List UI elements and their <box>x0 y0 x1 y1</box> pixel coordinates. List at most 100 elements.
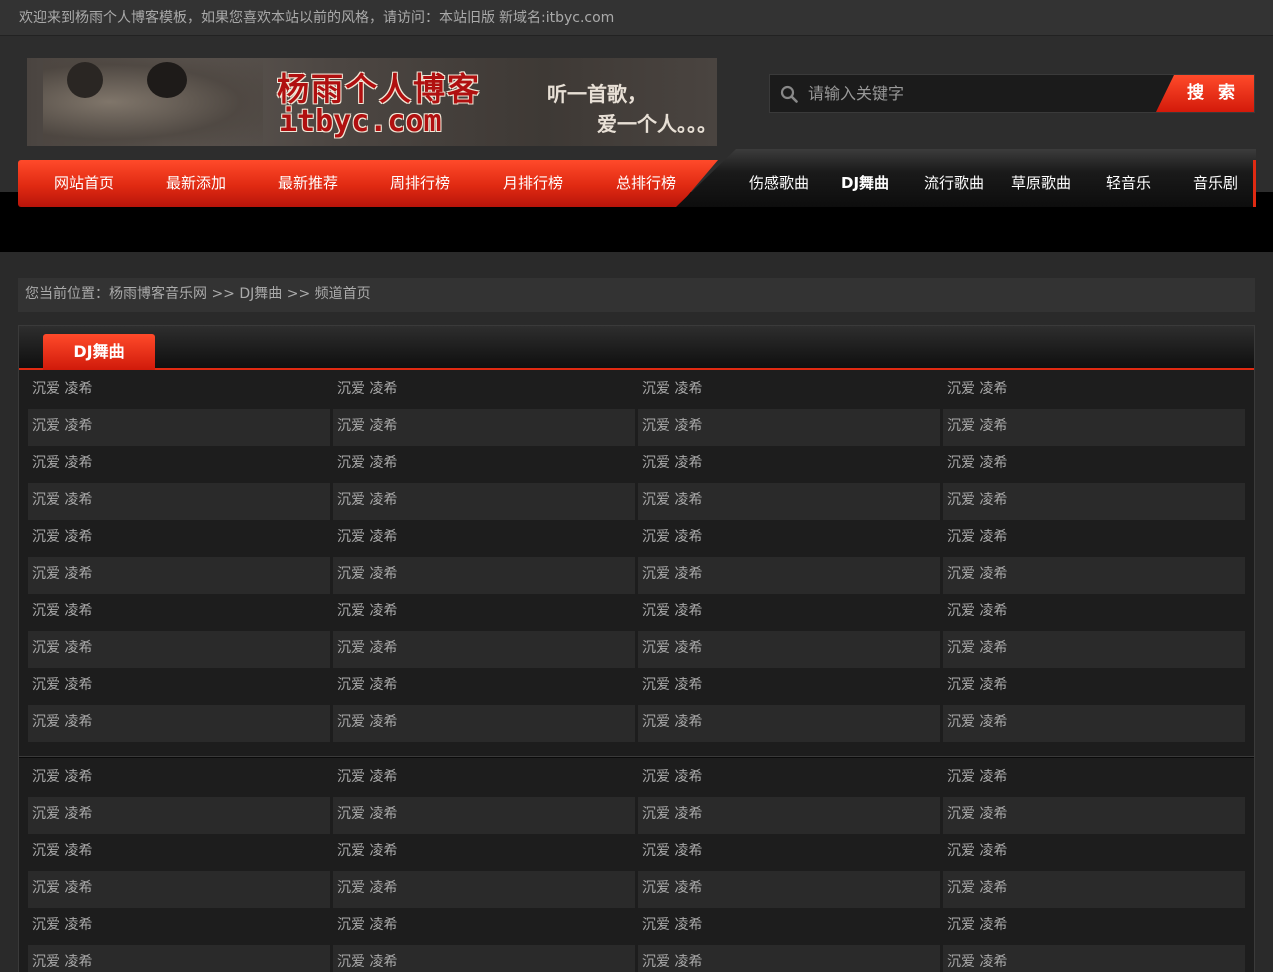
song-link[interactable]: 沉爱 凌希 <box>333 520 635 557</box>
song-link[interactable]: 沉爱 凌希 <box>28 705 330 742</box>
nav-item-category[interactable]: 音乐剧 <box>1193 160 1238 207</box>
song-list-panel: DJ舞曲 沉爱 凌希 沉爱 凌希 沉爱 凌希 沉爱 凌希 沉爱 凌希 沉爱 凌希 沉爱 凌希… <box>18 325 1255 972</box>
song-link[interactable]: 沉爱 凌希 <box>943 668 1245 705</box>
tab-dj-dance[interactable]: DJ舞曲 <box>43 334 155 370</box>
song-link[interactable]: 沉爱 凌希 <box>28 834 330 871</box>
song-link[interactable]: 沉爱 凌希 <box>28 483 330 520</box>
song-link[interactable]: 沉爱 凌希 <box>943 871 1245 908</box>
song-link[interactable]: 沉爱 凌希 <box>943 372 1245 409</box>
search-box: 搜 索 <box>769 74 1255 113</box>
breadcrumb-separator: >> <box>207 286 240 302</box>
song-link[interactable]: 沉爱 凌希 <box>28 372 330 409</box>
song-link[interactable]: 沉爱 凌希 <box>333 372 635 409</box>
banner-slogan-line1: 听一首歌， <box>547 82 647 106</box>
song-link[interactable]: 沉爱 凌希 <box>28 908 330 945</box>
song-link[interactable]: 沉爱 凌希 <box>638 594 940 631</box>
search-input[interactable] <box>808 75 1158 112</box>
nav-item-primary[interactable]: 月排行榜 <box>503 160 563 207</box>
nav-item-category[interactable]: DJ舞曲 <box>841 160 889 207</box>
song-link[interactable]: 沉爱 凌希 <box>28 446 330 483</box>
song-link[interactable]: 沉爱 凌希 <box>28 871 330 908</box>
song-link[interactable]: 沉爱 凌希 <box>638 668 940 705</box>
song-link[interactable]: 沉爱 凌希 <box>638 908 940 945</box>
breadcrumb-current: 频道首页 <box>314 286 371 302</box>
song-link[interactable]: 沉爱 凌希 <box>333 631 635 668</box>
song-link[interactable]: 沉爱 凌希 <box>28 557 330 594</box>
nav-item-category[interactable]: 流行歌曲 <box>924 160 984 207</box>
breadcrumb-separator: >> <box>282 286 315 302</box>
song-link[interactable]: 沉爱 凌希 <box>638 557 940 594</box>
breadcrumb-prefix: 您当前位置： <box>25 286 109 302</box>
song-link[interactable]: 沉爱 凌希 <box>28 409 330 446</box>
banner-domain: itbyc.com <box>279 104 442 139</box>
song-link[interactable]: 沉爱 凌希 <box>333 483 635 520</box>
breadcrumb-site-link[interactable]: 杨雨博客音乐网 <box>109 286 207 302</box>
nav-item-primary[interactable]: 周排行榜 <box>390 160 450 207</box>
song-link[interactable]: 沉爱 凌希 <box>28 668 330 705</box>
song-link[interactable]: 沉爱 凌希 <box>28 594 330 631</box>
song-link[interactable]: 沉爱 凌希 <box>638 631 940 668</box>
search-button[interactable]: 搜 索 <box>1156 75 1254 112</box>
song-link[interactable]: 沉爱 凌希 <box>333 797 635 834</box>
song-link[interactable]: 沉爱 凌希 <box>28 797 330 834</box>
song-link[interactable]: 沉爱 凌希 <box>333 705 635 742</box>
song-link[interactable]: 沉爱 凌希 <box>333 409 635 446</box>
breadcrumb: 您当前位置：杨雨博客音乐网 >> DJ舞曲 >> 频道首页 <box>18 278 1255 312</box>
group-divider <box>19 756 1254 758</box>
nav-item-primary[interactable]: 总排行榜 <box>616 160 676 207</box>
song-link[interactable]: 沉爱 凌希 <box>638 372 940 409</box>
search-icon <box>780 85 798 103</box>
song-link[interactable]: 沉爱 凌希 <box>943 520 1245 557</box>
panel-header: DJ舞曲 <box>19 326 1254 370</box>
song-link[interactable]: 沉爱 凌希 <box>638 871 940 908</box>
old-site-link[interactable]: 本站旧版 <box>439 10 495 26</box>
song-link[interactable]: 沉爱 凌希 <box>333 668 635 705</box>
song-link[interactable]: 沉爱 凌希 <box>333 945 635 972</box>
song-link[interactable]: 沉爱 凌希 <box>638 446 940 483</box>
song-link[interactable]: 沉爱 凌希 <box>638 520 940 557</box>
song-link[interactable]: 沉爱 凌希 <box>943 409 1245 446</box>
song-link[interactable]: 沉爱 凌希 <box>333 760 635 797</box>
song-link[interactable]: 沉爱 凌希 <box>28 631 330 668</box>
song-link[interactable]: 沉爱 凌希 <box>333 557 635 594</box>
song-link[interactable]: 沉爱 凌希 <box>638 834 940 871</box>
song-link[interactable]: 沉爱 凌希 <box>638 760 940 797</box>
song-link[interactable]: 沉爱 凌希 <box>943 594 1245 631</box>
song-link[interactable]: 沉爱 凌希 <box>943 834 1245 871</box>
song-link[interactable]: 沉爱 凌希 <box>28 945 330 972</box>
nav-item-category[interactable]: 伤感歌曲 <box>749 160 809 207</box>
song-link[interactable]: 沉爱 凌希 <box>943 631 1245 668</box>
nav-item-category[interactable]: 轻音乐 <box>1106 160 1151 207</box>
nav-item-primary[interactable]: 最新推荐 <box>278 160 338 207</box>
song-link[interactable]: 沉爱 凌希 <box>638 705 940 742</box>
song-link[interactable]: 沉爱 凌希 <box>943 908 1245 945</box>
nav-item-primary[interactable]: 最新添加 <box>166 160 226 207</box>
welcome-text: 欢迎来到杨雨个人博客模板，如果您喜欢本站以前的风格，请访问： <box>19 10 439 26</box>
song-link[interactable]: 沉爱 凌希 <box>638 483 940 520</box>
song-link[interactable]: 沉爱 凌希 <box>333 871 635 908</box>
song-link[interactable]: 沉爱 凌希 <box>638 409 940 446</box>
song-link[interactable]: 沉爱 凌希 <box>333 446 635 483</box>
banner-figure-girl <box>147 62 187 98</box>
nav-item-primary[interactable]: 网站首页 <box>54 160 114 207</box>
song-link[interactable]: 沉爱 凌希 <box>943 557 1245 594</box>
song-link[interactable]: 沉爱 凌希 <box>333 594 635 631</box>
song-link[interactable]: 沉爱 凌希 <box>943 760 1245 797</box>
song-link[interactable]: 沉爱 凌希 <box>943 705 1245 742</box>
breadcrumb-category-link[interactable]: DJ舞曲 <box>239 286 282 302</box>
new-domain-text: 新域名:itbyc.com <box>499 10 615 26</box>
primary-nav <box>18 160 718 207</box>
nav-item-category[interactable]: 草原歌曲 <box>1011 160 1071 207</box>
song-link[interactable]: 沉爱 凌希 <box>638 945 940 972</box>
song-link[interactable]: 沉爱 凌希 <box>943 797 1245 834</box>
song-link[interactable]: 沉爱 凌希 <box>943 945 1245 972</box>
song-link[interactable]: 沉爱 凌希 <box>638 797 940 834</box>
welcome-bar: 欢迎来到杨雨个人博客模板，如果您喜欢本站以前的风格，请访问：本站旧版 新域名:it… <box>0 0 1273 36</box>
song-link[interactable]: 沉爱 凌希 <box>28 520 330 557</box>
song-link[interactable]: 沉爱 凌希 <box>943 483 1245 520</box>
song-link[interactable]: 沉爱 凌希 <box>333 834 635 871</box>
song-link[interactable]: 沉爱 凌希 <box>333 908 635 945</box>
song-link[interactable]: 沉爱 凌希 <box>28 760 330 797</box>
song-link[interactable]: 沉爱 凌希 <box>943 446 1245 483</box>
site-banner-logo[interactable]: 杨雨个人博客 itbyc.com 听一首歌， 爱一个人。。。 <box>27 58 717 146</box>
